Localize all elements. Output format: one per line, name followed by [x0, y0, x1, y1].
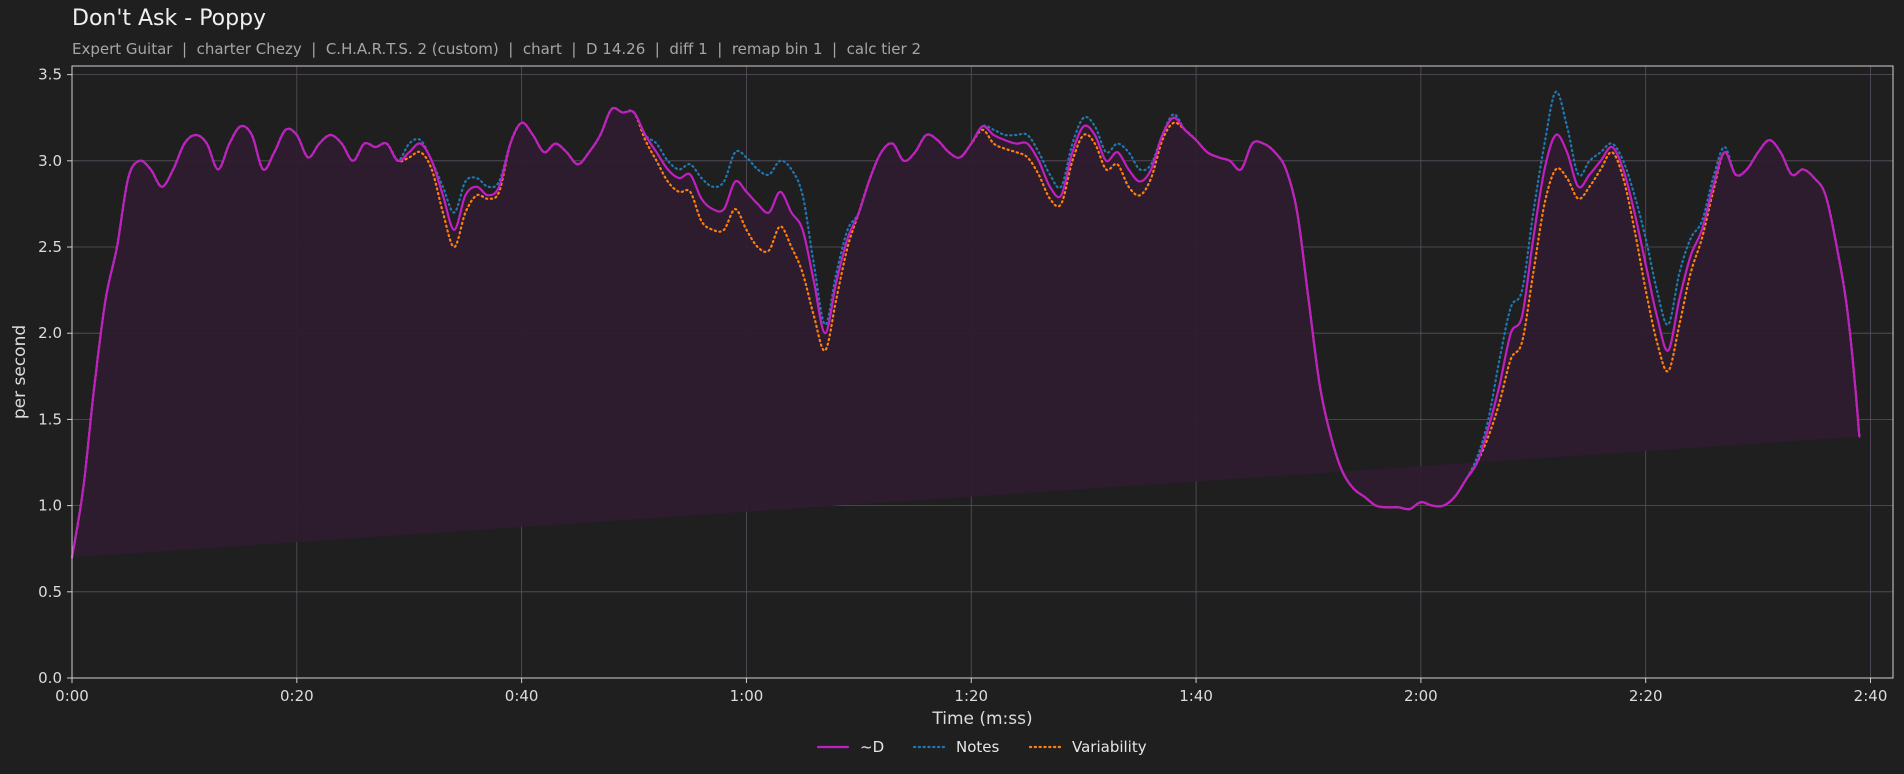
x-tick-label: 1:00: [730, 687, 764, 705]
x-tick-label: 1:20: [954, 687, 988, 705]
x-tick-label: 0:40: [505, 687, 539, 705]
y-tick-label: 0.5: [38, 583, 62, 601]
y-axis-label: per second: [10, 325, 30, 419]
x-tick-label: 1:40: [1179, 687, 1213, 705]
x-tick-label: 2:40: [1854, 687, 1888, 705]
legend: ~D Notes Variability: [816, 738, 1147, 756]
area-layer: [72, 107, 1860, 558]
y-tick-label: 3.5: [38, 66, 62, 84]
y-tick-label: 3.0: [38, 152, 62, 170]
x-tick-label: 2:20: [1629, 687, 1663, 705]
y-tick-label: 1.5: [38, 410, 62, 428]
x-tick-label: 0:00: [55, 687, 89, 705]
x-axis-label: Time (m:ss): [931, 709, 1032, 729]
x-tick-label: 0:20: [280, 687, 314, 705]
y-tick-label: 2.0: [38, 324, 62, 342]
legend-label-notes: Notes: [956, 738, 1000, 756]
legend-label-variability: Variability: [1072, 738, 1147, 756]
legend-label-d: ~D: [860, 738, 884, 756]
y-tick-label: 2.5: [38, 238, 62, 256]
chart-svg: 0.0 0.5 1.0 1.5 2.0 2.5 3.0 3.5 0:00 0:20 0:40 1:00…: [10, 65, 1894, 756]
y-tick-label: 0.0: [38, 669, 62, 687]
difficulty-area-fill: [72, 107, 1860, 558]
x-tick-label: 2:00: [1404, 687, 1438, 705]
y-tick-label: 1.0: [38, 497, 62, 515]
